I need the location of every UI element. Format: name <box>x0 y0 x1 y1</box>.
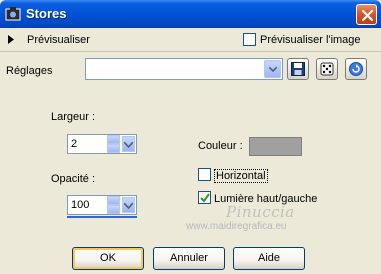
dice-icon <box>320 62 334 76</box>
chevron-down-icon <box>124 203 133 209</box>
close-icon <box>361 9 374 22</box>
ok-button[interactable]: OK <box>72 247 144 270</box>
width-spinner[interactable]: 2 <box>67 134 137 154</box>
preview-row: Prévisualiser Prévisualiser l'image <box>0 28 381 52</box>
preview-image-checkbox[interactable] <box>243 33 256 46</box>
width-value[interactable]: 2 <box>71 138 77 150</box>
preset-select[interactable] <box>85 58 283 80</box>
preview-toggle-label[interactable]: Prévisualiser <box>27 34 90 46</box>
help-button[interactable]: Aide <box>233 247 305 270</box>
reset-button[interactable] <box>345 58 367 80</box>
horizontal-checkbox[interactable] <box>198 168 211 181</box>
width-decrement-button[interactable] <box>107 144 120 153</box>
save-preset-button[interactable] <box>287 58 309 80</box>
opacity-label: Opacité : <box>51 173 96 185</box>
width-increment-button[interactable] <box>107 135 120 144</box>
title-bar[interactable]: Stores <box>0 0 381 28</box>
app-icon <box>5 6 21 22</box>
close-button[interactable] <box>356 4 377 25</box>
watermark-url: www.maidiregrafica.eu <box>186 221 287 232</box>
cancel-button[interactable]: Annuler <box>153 247 225 270</box>
opacity-underline <box>67 216 137 218</box>
settings-label: Réglages <box>6 65 53 77</box>
watermark-name: Pinuccia <box>226 203 295 221</box>
opacity-dropdown-button[interactable] <box>122 197 135 213</box>
width-label: Largeur : <box>51 111 96 123</box>
width-dropdown-button[interactable] <box>122 136 135 152</box>
light-top-left-checkbox[interactable] <box>198 191 211 204</box>
opacity-spinner[interactable]: 100 <box>67 195 137 215</box>
window-title: Stores <box>26 6 67 21</box>
color-swatch[interactable] <box>249 137 302 156</box>
preset-dropdown-button[interactable] <box>264 60 281 78</box>
checkmark-icon <box>200 193 210 203</box>
horizontal-label[interactable]: Horizontal <box>214 169 268 183</box>
reset-icon <box>349 62 363 76</box>
chevron-down-icon <box>269 67 277 72</box>
color-label: Couleur : <box>198 140 243 152</box>
floppy-disk-icon <box>291 62 305 76</box>
preview-image-label[interactable]: Prévisualiser l'image <box>260 34 361 46</box>
opacity-increment-button[interactable] <box>107 196 120 205</box>
randomize-button[interactable] <box>316 58 338 80</box>
expand-triangle-icon[interactable] <box>8 35 14 47</box>
opacity-decrement-button[interactable] <box>107 205 120 214</box>
chevron-down-icon <box>124 142 133 148</box>
opacity-value[interactable]: 100 <box>71 199 89 211</box>
